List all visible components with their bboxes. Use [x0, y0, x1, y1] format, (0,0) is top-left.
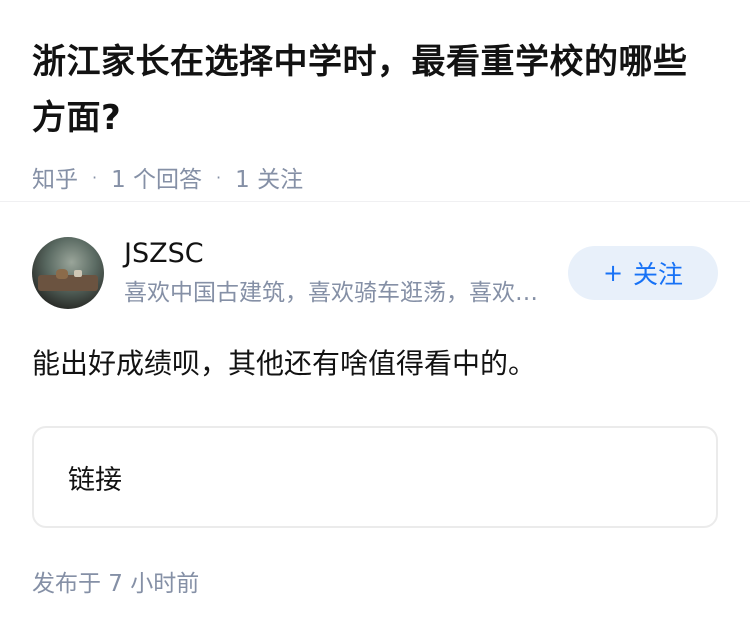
- published-time: 发布于 7 小时前: [32, 571, 200, 597]
- answer-content: 能出好成绩呗，其他还有啥值得看中的。: [32, 347, 537, 380]
- answer-card: JSZSC 喜欢中国古建筑，喜欢骑车逛荡，喜欢传统文化 + 关注 能出好成绩呗，…: [0, 202, 750, 598]
- avatar-cup-shape: [74, 270, 82, 277]
- link-card[interactable]: 链接: [32, 426, 718, 528]
- meta-separator: ·: [216, 167, 222, 187]
- link-card-label: 链接: [68, 464, 122, 496]
- author-info: JSZSC 喜欢中国古建筑，喜欢骑车逛荡，喜欢传统文化: [124, 237, 544, 309]
- author-bio: 喜欢中国古建筑，喜欢骑车逛荡，喜欢传统文化: [124, 280, 544, 306]
- source-label[interactable]: 知乎: [32, 160, 78, 194]
- plus-icon: +: [602, 259, 624, 287]
- question-header: 浙江家长在选择中学时，最看重学校的哪些方面? 知乎 · 1 个回答 · 1 关注: [0, 0, 750, 202]
- author-name[interactable]: JSZSC: [124, 237, 544, 271]
- answer-count[interactable]: 1 个回答: [111, 160, 202, 194]
- follow-button[interactable]: + 关注: [568, 246, 718, 300]
- avatar-table-shape: [38, 275, 98, 291]
- question-title[interactable]: 浙江家长在选择中学时，最看重学校的哪些方面?: [32, 34, 718, 146]
- avatar-teapot-shape: [56, 269, 68, 279]
- question-meta: 知乎 · 1 个回答 · 1 关注: [32, 160, 718, 194]
- author-row: JSZSC 喜欢中国古建筑，喜欢骑车逛荡，喜欢传统文化 + 关注: [32, 236, 718, 310]
- meta-separator: ·: [92, 167, 98, 187]
- avatar[interactable]: [32, 237, 104, 309]
- follower-count[interactable]: 1 关注: [235, 160, 303, 194]
- follow-button-label: 关注: [633, 260, 684, 289]
